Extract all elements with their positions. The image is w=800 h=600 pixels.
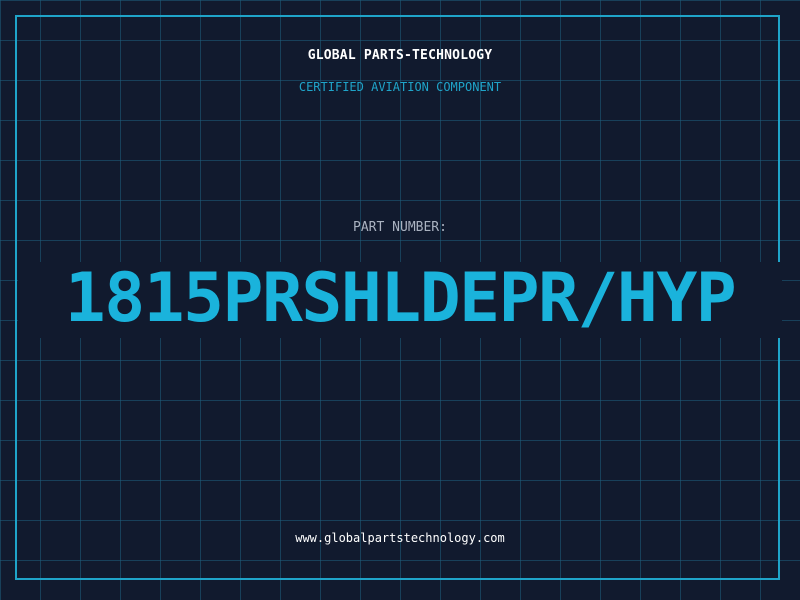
part-number-label: PART NUMBER:	[353, 220, 447, 235]
part-card: GLOBAL PARTS-TECHNOLOGY CERTIFIED AVIATI…	[0, 0, 800, 600]
company-name: GLOBAL PARTS-TECHNOLOGY	[307, 48, 493, 63]
website-url: www.globalpartstechnology.com	[295, 531, 505, 545]
certification-tagline: CERTIFIED AVIATION COMPONENT	[298, 80, 502, 94]
part-number-value: 1815PRSHLDEPR/HYP	[64, 259, 737, 338]
